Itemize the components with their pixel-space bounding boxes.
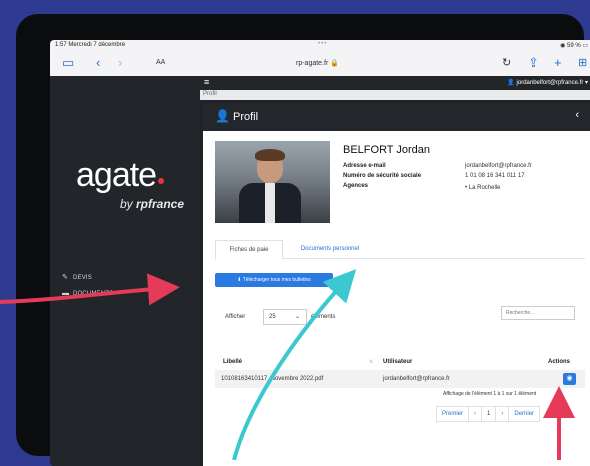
arrow-to-download xyxy=(0,273,180,306)
arrow-to-documents-tab xyxy=(232,269,357,460)
annotation-arrows xyxy=(0,269,575,460)
